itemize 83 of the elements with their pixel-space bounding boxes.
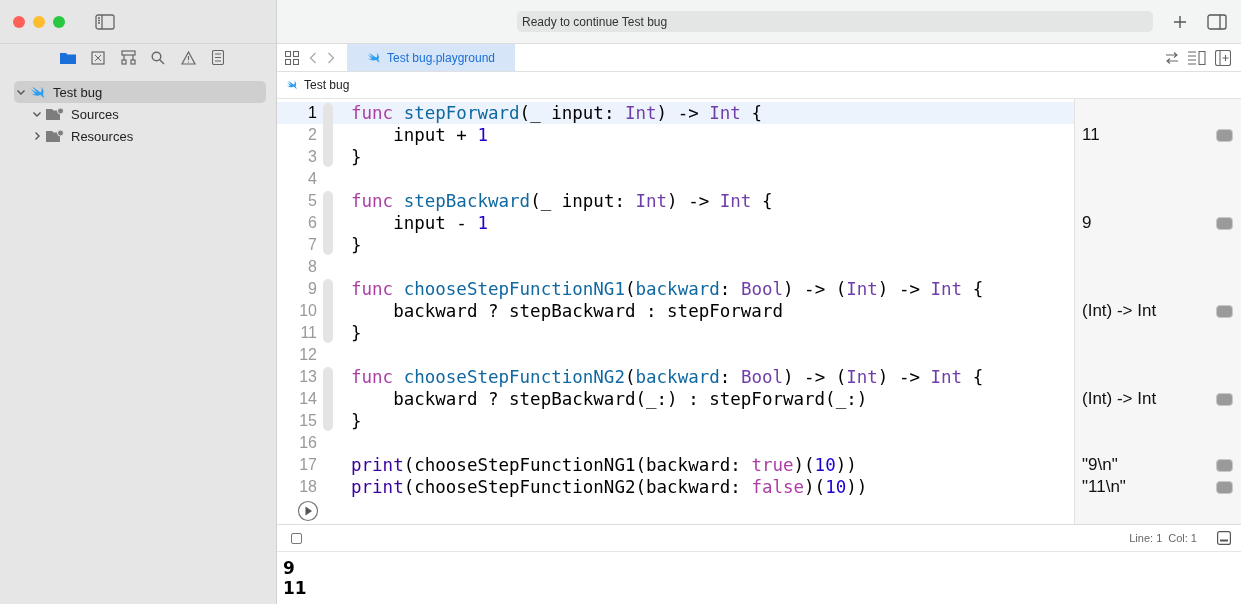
code-text: func stepForward(_ input: Int) -> Int {: [351, 103, 762, 123]
column-indicator: Col: 1: [1168, 532, 1197, 544]
forward-icon[interactable]: [327, 51, 335, 64]
warning-icon: [180, 50, 196, 65]
quick-look-icon[interactable]: [1216, 392, 1233, 406]
folder-icon: [46, 129, 64, 143]
folder-icon: [46, 107, 64, 121]
code-text: print(chooseStepFunctionNG1(backward: true)(10)): [351, 455, 857, 475]
quick-look-icon[interactable]: [1216, 304, 1233, 318]
swift-icon: [30, 85, 46, 99]
activity-status: Ready to continue Test bug: [517, 11, 1153, 32]
line-number: 8: [307, 258, 317, 276]
hide-console-icon[interactable]: [1217, 531, 1231, 545]
line-number: 5: [307, 192, 317, 210]
navigator-tab[interactable]: [88, 48, 108, 67]
back-icon[interactable]: [309, 51, 317, 64]
console-output: 11: [283, 578, 308, 598]
disclosure-chevron-icon[interactable]: [32, 109, 42, 119]
breadcrumb-item[interactable]: Test bug: [304, 78, 350, 92]
code-text: }: [351, 411, 362, 431]
add-editor-icon[interactable]: [1215, 49, 1231, 66]
result-value: (Int) -> Int: [1082, 301, 1157, 321]
search-icon: [151, 50, 165, 65]
line-number: 6: [307, 214, 317, 232]
line-number: 18: [298, 478, 317, 496]
navigator-tab[interactable]: [118, 48, 138, 67]
result-value: "11\n": [1082, 477, 1126, 497]
close-window-button[interactable]: [13, 15, 25, 28]
line-number: 17: [298, 456, 317, 474]
line-number: 12: [298, 346, 317, 364]
code-text: }: [351, 323, 362, 343]
navigator-item[interactable]: Resources: [14, 125, 266, 147]
sidebar-toggle-icon[interactable]: [95, 13, 115, 30]
grid-icon[interactable]: [285, 50, 299, 65]
navigator-item[interactable]: Test bug: [14, 81, 266, 103]
code-text: }: [351, 147, 362, 167]
code-text: print(chooseStepFunctionNG2(backward: false)(10)): [351, 477, 868, 497]
line-number: 7: [307, 236, 317, 254]
x-square-icon: [91, 50, 105, 65]
list-icon: [212, 50, 224, 65]
line-number: 15: [298, 412, 317, 430]
code-text: func chooseStepFunctionNG1(backward: Bool) -> (Int) -> Int {: [351, 279, 984, 299]
disclosure-chevron-icon[interactable]: [32, 131, 42, 141]
console-output: 9: [283, 558, 296, 578]
line-number: 16: [298, 434, 317, 452]
code-text: func stepBackward(_ input: Int) -> Int {: [351, 191, 773, 211]
add-icon[interactable]: [1173, 14, 1187, 29]
code-text: input + 1: [392, 125, 488, 145]
editor-options-icon[interactable]: [1188, 50, 1206, 65]
line-number: 13: [298, 368, 317, 386]
editor-tab[interactable]: Test bug.playground: [347, 44, 515, 71]
folder-icon: [60, 51, 76, 64]
line-indicator: Line: 1: [1129, 532, 1163, 544]
navigator-item[interactable]: Sources: [14, 103, 266, 125]
line-number: 9: [307, 280, 317, 298]
result-value: 11: [1082, 125, 1100, 145]
code-text: backward ? stepBackward(_:) : stepForward(_:): [392, 389, 868, 409]
line-number: 4: [307, 170, 317, 188]
quick-look-icon[interactable]: [1216, 216, 1233, 230]
quick-look-icon[interactable]: [1216, 128, 1233, 142]
code-text: func chooseStepFunctionNG2(backward: Bool) -> (Int) -> Int {: [351, 367, 984, 387]
line-number: 2: [307, 126, 317, 144]
inspector-toggle-icon[interactable]: [1207, 13, 1227, 30]
code-text: }: [351, 235, 362, 255]
code-text: input - 1: [392, 213, 488, 233]
swap-arrows-icon[interactable]: [1165, 51, 1179, 64]
hierarchy-icon: [120, 50, 136, 65]
quick-look-icon[interactable]: [1216, 480, 1233, 494]
code-text: backward ? stepBackward : stepForward: [392, 301, 783, 321]
disclosure-chevron-icon[interactable]: [16, 87, 26, 97]
result-value: "9\n": [1082, 455, 1118, 475]
result-value: (Int) -> Int: [1082, 389, 1157, 409]
run-icon[interactable]: [297, 500, 319, 522]
line-number: 14: [298, 390, 317, 408]
quick-look-icon[interactable]: [1216, 458, 1233, 472]
line-number: 11: [299, 324, 317, 342]
swift-icon: [286, 80, 298, 90]
navigator-tab[interactable]: [178, 48, 198, 67]
line-number: 10: [298, 302, 317, 320]
result-value: 9: [1082, 213, 1092, 233]
line-number: 3: [307, 148, 317, 166]
line-number: 1: [307, 104, 317, 122]
console-checkbox[interactable]: [291, 532, 302, 544]
